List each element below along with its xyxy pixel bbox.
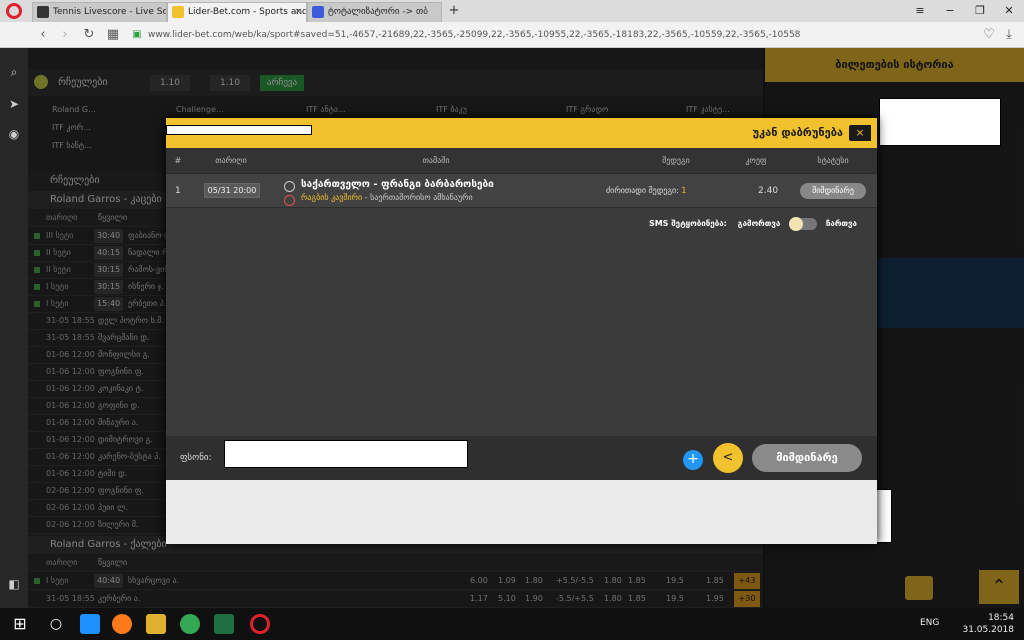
- search-icon[interactable]: ○: [46, 614, 66, 634]
- new-tab-button[interactable]: +: [446, 2, 462, 20]
- language-indicator[interactable]: ENG: [920, 618, 939, 628]
- search-icon[interactable]: ⌕: [6, 64, 22, 80]
- col-game: თამაში: [422, 156, 450, 165]
- current-status-button[interactable]: მიმდინარე: [752, 444, 862, 472]
- col-date: თარიღი: [215, 156, 247, 165]
- windows-start-icon[interactable]: ⊞: [10, 614, 30, 634]
- tab-favicon-icon: [37, 6, 49, 18]
- add-button[interactable]: +: [683, 450, 703, 470]
- match-title: საქართველო - ფრანგი ბარბაროსები: [301, 179, 494, 190]
- tab-favicon-icon: [312, 6, 324, 18]
- system-clock[interactable]: 18:54 31.05.2018: [962, 612, 1014, 636]
- rugby-ball-icon: [284, 181, 295, 192]
- firefox-icon[interactable]: [112, 614, 132, 634]
- bet-pick: ძირითადი შედეგი: 1: [606, 186, 687, 195]
- close-tab-icon[interactable]: ×: [294, 3, 302, 21]
- col-number: #: [174, 156, 182, 165]
- col-status: სტატუსი: [817, 156, 849, 165]
- bet-number: 1: [175, 186, 181, 196]
- reload-icon[interactable]: ↻: [80, 26, 98, 44]
- col-odds: კოეფ: [745, 156, 767, 165]
- url-field[interactable]: www.lider-bet.com/web/ka/sport#saved=51,…: [148, 27, 908, 43]
- bet-table-header: # თარიღი თამაში შედეგი კოეფ სტატუსი: [166, 148, 877, 174]
- match-league: რაგბის კავშირი - საერთაშორისო ამხანაური: [301, 193, 473, 202]
- download-icon[interactable]: ⤓: [1000, 26, 1018, 44]
- bet-odd: 2.40: [758, 186, 779, 196]
- sms-on-label[interactable]: ჩართვა: [826, 219, 857, 228]
- close-window-icon[interactable]: ✕: [994, 0, 1024, 22]
- tab-tennis-livescore[interactable]: Tennis Livescore - Live Sco: [32, 2, 167, 22]
- windows-taskbar: ⊞ ○ ENG 18:54 31.05.2018: [0, 608, 1024, 640]
- opera-menu-icon[interactable]: [6, 3, 22, 19]
- modal-footer: ფსონი: + < მიმდინარე: [166, 436, 877, 480]
- sidebar-toggle-icon[interactable]: ◧: [6, 576, 22, 592]
- modal-header: უკან დაბრუნება ×: [166, 118, 877, 148]
- rugby-icon: [284, 195, 295, 206]
- sms-toggle-switch[interactable]: [789, 216, 818, 231]
- tab-favicon-icon: [172, 6, 184, 18]
- minimize-icon[interactable]: −: [935, 0, 965, 22]
- bet-row: 1 05/31 20:00 საქართველო - ფრანგი ბარბარ…: [166, 174, 877, 208]
- sms-notification-toggle: SMS შეტყობინება: გამორთვა ჩართვა: [648, 216, 857, 231]
- close-icon[interactable]: ×: [849, 125, 871, 141]
- tab-lider-bet[interactable]: Lider-Bet.com - Sports and ×: [167, 2, 307, 22]
- bet-match: საქართველო - ფრანგი ბარბაროსები რაგბის კ…: [284, 178, 601, 206]
- share-icon[interactable]: <: [713, 443, 743, 473]
- send-icon[interactable]: ➤: [6, 96, 22, 112]
- filter-icon[interactable]: ≡: [905, 0, 935, 22]
- camera-icon[interactable]: ◉: [6, 126, 22, 142]
- sms-off-label[interactable]: გამორთვა: [738, 219, 781, 228]
- forward-icon[interactable]: ›: [56, 26, 74, 44]
- col-result: შედეგი: [662, 156, 690, 165]
- lock-icon: ▣: [132, 29, 142, 40]
- excel-icon[interactable]: [214, 614, 234, 634]
- opera-icon[interactable]: [250, 614, 270, 634]
- home-grid-icon[interactable]: ▦: [104, 26, 122, 44]
- back-icon[interactable]: ‹: [34, 26, 52, 44]
- bet-date: 05/31 20:00: [204, 183, 260, 198]
- restore-icon[interactable]: ❐: [965, 0, 995, 22]
- address-bar: ‹ › ↻ ▦ ▣ www.lider-bet.com/web/ka/sport…: [0, 22, 1024, 48]
- redacted-area: [166, 125, 312, 135]
- opera-sidebar: ⌕ ➤ ◉ ◧: [0, 48, 28, 608]
- browser-tab-bar: Tennis Livescore - Live Sco Lider-Bet.co…: [0, 0, 1024, 22]
- modal-bottom-area: [166, 480, 877, 544]
- edge-icon[interactable]: [80, 614, 100, 634]
- redacted-area: [879, 98, 1001, 146]
- redacted-area: [224, 440, 468, 468]
- back-button[interactable]: უკან დაბრუნება: [753, 118, 843, 148]
- tab-totalizator[interactable]: ტოტალიზატორი -> თბ: [307, 2, 442, 22]
- status-badge: მიმდინარე: [800, 183, 866, 199]
- file-explorer-icon[interactable]: [146, 614, 166, 634]
- stake-label: ფსონი:: [180, 453, 212, 463]
- heart-icon[interactable]: ♡: [980, 26, 998, 44]
- bet-ticket-modal: უკან დაბრუნება × # თარიღი თამაში შედეგი …: [166, 118, 877, 544]
- chrome-icon[interactable]: [180, 614, 200, 634]
